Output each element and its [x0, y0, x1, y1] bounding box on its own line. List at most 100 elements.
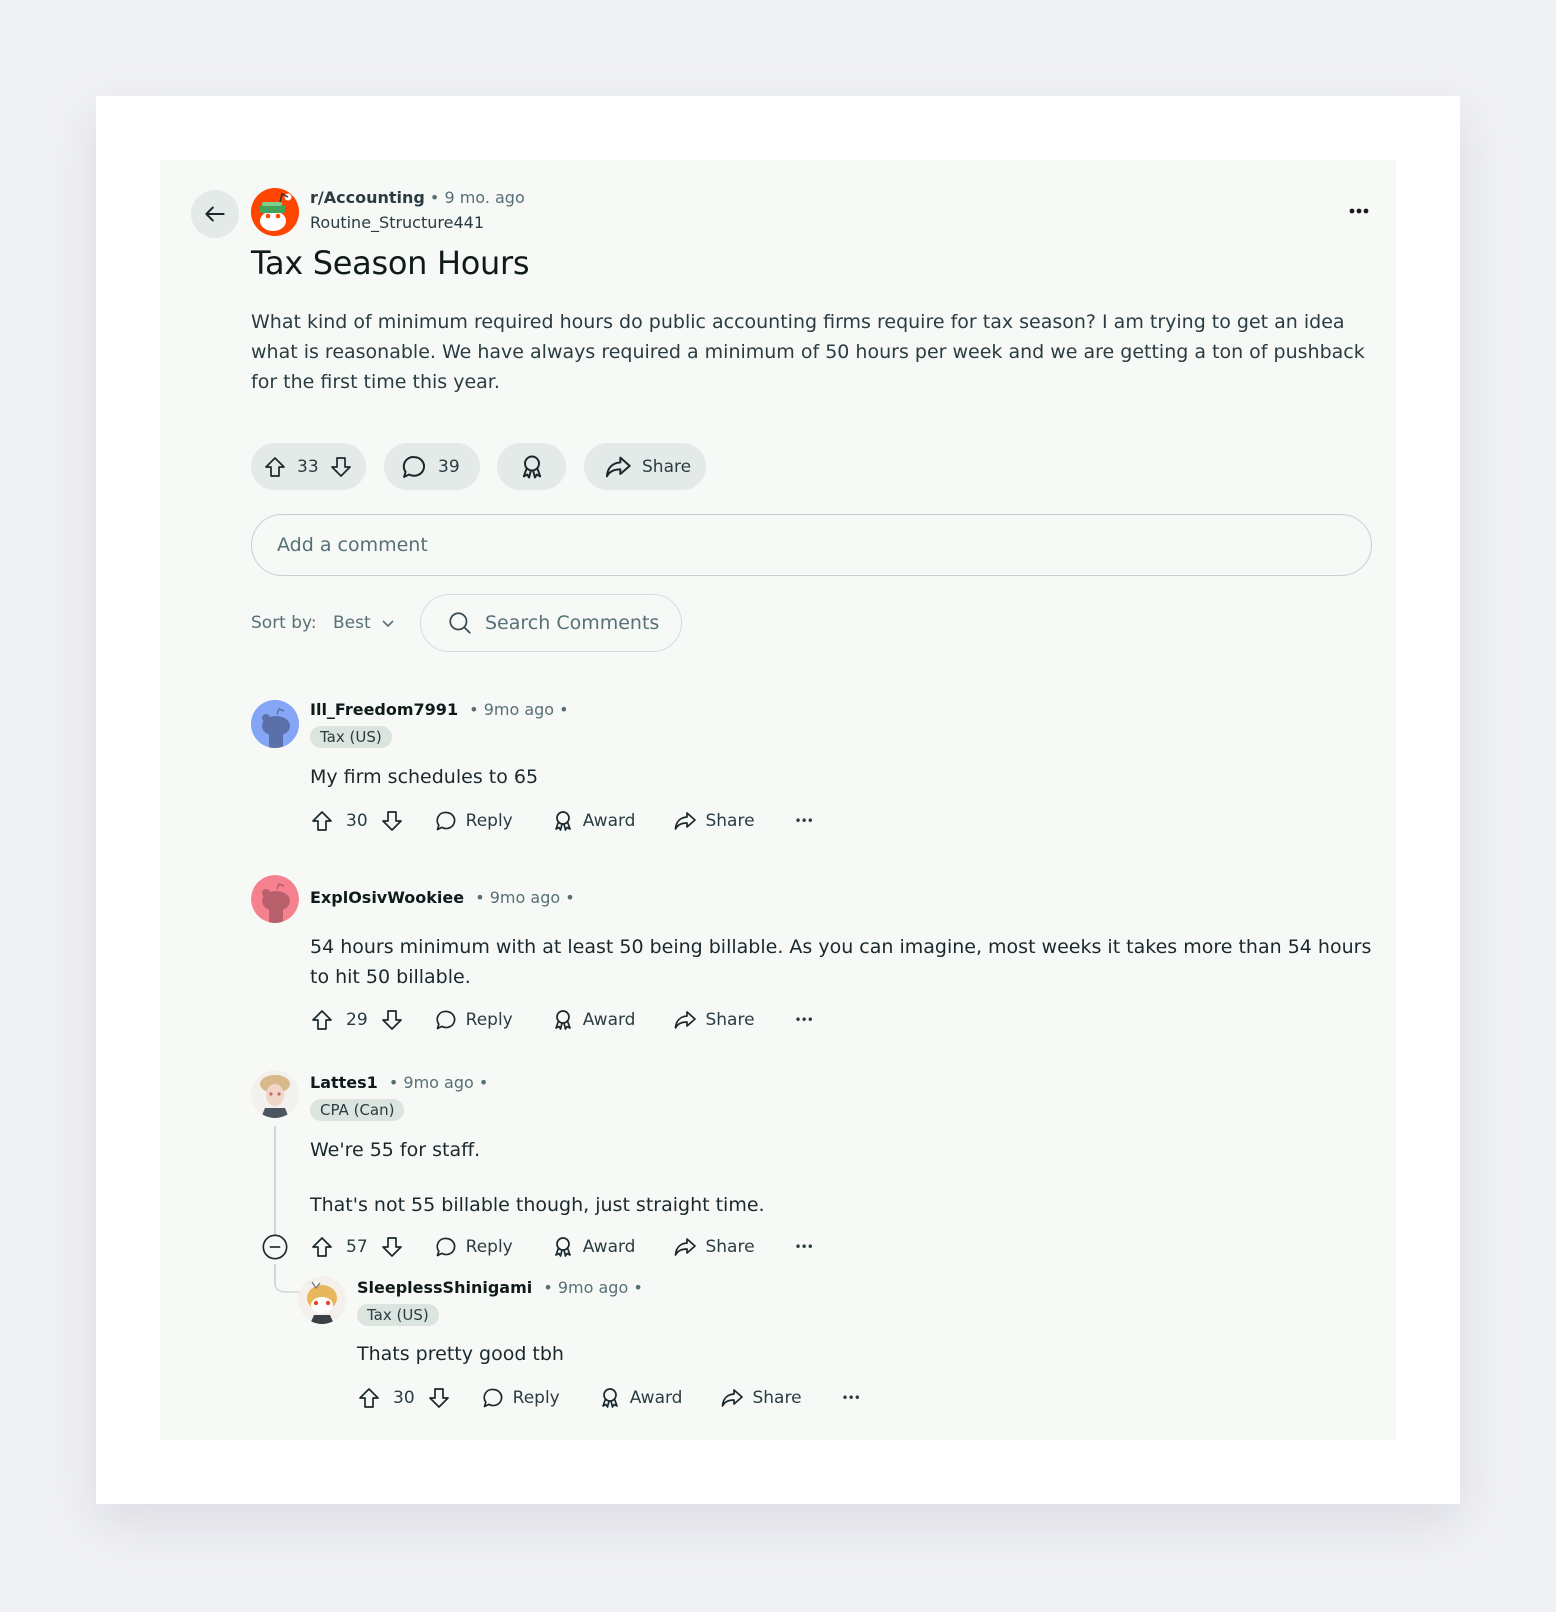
comment-avatar[interactable]: [251, 875, 299, 923]
downvote-button[interactable]: [427, 1386, 451, 1410]
share-arrow-icon: [673, 1008, 697, 1032]
collapse-minus-circle-icon: [261, 1233, 289, 1261]
post-body: What kind of minimum required hours do p…: [251, 311, 1365, 393]
back-button[interactable]: [191, 190, 239, 238]
sort-dropdown[interactable]: Best: [333, 613, 395, 633]
comment-username[interactable]: SleeplessShinigami: [357, 1278, 532, 1297]
reply-label: Reply: [465, 1010, 513, 1030]
award-label: Award: [582, 1010, 636, 1030]
vote-count: 30: [346, 811, 368, 831]
arrow-left-icon: [202, 201, 228, 227]
share-button[interactable]: Share: [673, 1008, 755, 1032]
post-comments-button[interactable]: 39: [384, 443, 480, 490]
award-button[interactable]: Award: [551, 1235, 636, 1259]
subreddit-avatar[interactable]: [251, 188, 299, 236]
upvote-button[interactable]: [310, 1235, 334, 1259]
post-share-label: Share: [642, 456, 692, 477]
meta-separator: •: [424, 188, 445, 207]
add-comment-input[interactable]: Add a comment: [251, 514, 1372, 576]
award-label: Award: [582, 1237, 636, 1257]
award-button[interactable]: Award: [551, 1008, 636, 1032]
post-award-button[interactable]: [497, 443, 566, 490]
speech-bubble-icon: [434, 1235, 458, 1259]
comment-text: We're 55 for staff.: [310, 1139, 481, 1161]
comment-age: • 9mo ago •: [388, 1073, 489, 1092]
reply-button[interactable]: Reply: [434, 1008, 513, 1032]
post-share-button[interactable]: Share: [584, 443, 706, 490]
award-button[interactable]: Award: [598, 1386, 683, 1410]
comment-actions: 57 Reply Award Share •••: [310, 1232, 814, 1262]
upvote-arrow-icon: [310, 809, 334, 833]
speech-bubble-icon: [400, 453, 428, 481]
comment-more-button[interactable]: •••: [841, 1391, 861, 1405]
award-label: Award: [629, 1388, 683, 1408]
award-ribbon-icon: [551, 1008, 575, 1032]
share-button[interactable]: Share: [673, 1235, 755, 1259]
comment-more-button[interactable]: •••: [794, 1013, 814, 1027]
subreddit-link[interactable]: r/Accounting: [310, 188, 425, 207]
vote-count: 30: [393, 1388, 415, 1408]
reply-button[interactable]: Reply: [481, 1386, 560, 1410]
upvote-button[interactable]: [310, 809, 334, 833]
post-author[interactable]: Routine_Structure441: [310, 213, 484, 232]
comment-text: My firm schedules to 65: [310, 766, 539, 788]
comment-text: 54 hours minimum with at least 50 being …: [310, 936, 1372, 988]
reply-label: Reply: [465, 1237, 513, 1257]
comment-age: • 9mo ago •: [475, 888, 575, 907]
downvote-button[interactable]: [380, 1008, 404, 1032]
sort-label: Sort by:: [251, 613, 317, 633]
vote-count: 29: [346, 1010, 368, 1030]
downvote-button[interactable]: [380, 1235, 404, 1259]
award-ribbon-icon: [551, 809, 575, 833]
comment-avatar[interactable]: [298, 1276, 346, 1324]
user-flair: CPA (Can): [310, 1099, 405, 1121]
post-comments-count: 39: [438, 456, 460, 477]
comment-header: Lattes1 • 9mo ago •: [310, 1073, 488, 1092]
reply-button[interactable]: Reply: [434, 1235, 513, 1259]
downvote-arrow-icon: [380, 809, 404, 833]
upvote-button[interactable]: [310, 1008, 334, 1032]
user-flair: Tax (US): [310, 726, 392, 748]
share-arrow-icon: [720, 1386, 744, 1410]
comment-more-button[interactable]: •••: [795, 814, 814, 828]
downvote-arrow-icon[interactable]: [329, 455, 353, 479]
speech-bubble-icon: [434, 1008, 458, 1032]
comment-text: Thats pretty good tbh: [357, 1343, 564, 1365]
downvote-arrow-icon: [427, 1386, 451, 1410]
more-horizontal-icon: •••: [794, 1240, 814, 1254]
post-title: Tax Season Hours: [251, 244, 530, 282]
comment-username[interactable]: ExplOsivWookiee: [310, 888, 464, 907]
downvote-arrow-icon: [380, 1235, 404, 1259]
share-label: Share: [705, 1010, 755, 1030]
more-horizontal-icon: •••: [794, 1013, 814, 1027]
search-comments-input[interactable]: Search Comments: [420, 594, 682, 652]
award-ribbon-icon: [598, 1386, 622, 1410]
thread-line: [274, 1126, 276, 1244]
comment-more-button[interactable]: •••: [794, 1240, 814, 1254]
reply-button[interactable]: Reply: [434, 809, 513, 833]
comment-avatar[interactable]: [251, 700, 299, 748]
reply-label: Reply: [512, 1388, 560, 1408]
award-button[interactable]: Award: [551, 809, 636, 833]
downvote-button[interactable]: [380, 809, 404, 833]
upvote-arrow-icon: [310, 1008, 334, 1032]
share-label: Share: [705, 1237, 755, 1257]
share-button[interactable]: Share: [673, 809, 755, 833]
upvote-button[interactable]: [357, 1386, 381, 1410]
post-age: 9 mo. ago: [444, 188, 525, 207]
post-more-button[interactable]: [1344, 196, 1374, 226]
comment-header: SleeplessShinigami • 9mo ago •: [357, 1278, 643, 1297]
award-label: Award: [582, 811, 636, 831]
upvote-arrow-icon: [310, 1235, 334, 1259]
comment-username[interactable]: Lattes1: [310, 1073, 378, 1092]
share-button[interactable]: Share: [720, 1386, 802, 1410]
comment-actions: 30 Reply Award Share •••: [310, 806, 814, 836]
comment-username[interactable]: Ill_Freedom7991: [310, 700, 458, 719]
share-arrow-icon: [604, 453, 632, 481]
more-horizontal-icon: •••: [841, 1391, 861, 1405]
collapse-thread-button[interactable]: [261, 1233, 289, 1261]
comment-avatar[interactable]: [251, 1070, 299, 1118]
upvote-arrow-icon[interactable]: [263, 455, 287, 479]
chevron-down-icon: [381, 618, 395, 628]
comment-age: • 9mo ago •: [543, 1278, 643, 1297]
